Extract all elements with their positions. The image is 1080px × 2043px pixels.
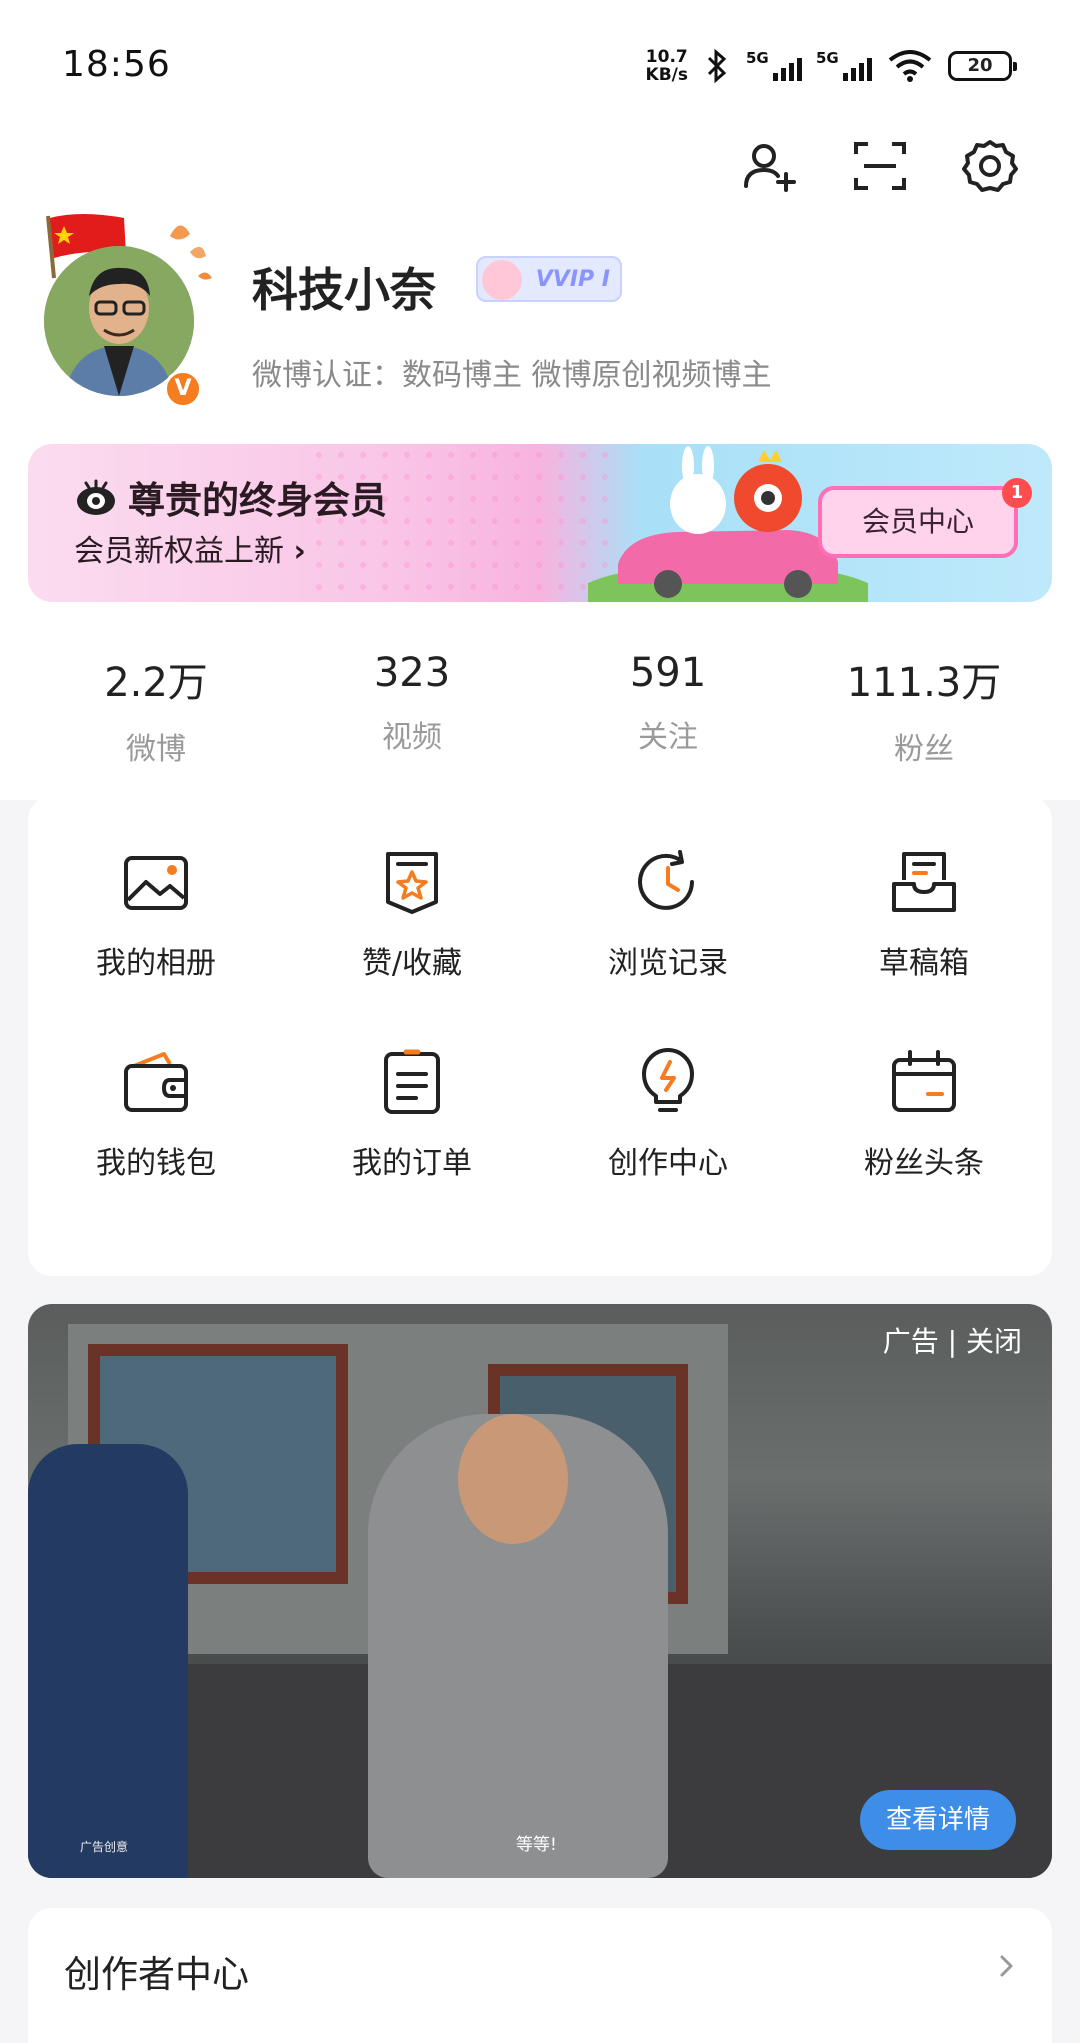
battery-icon: 20	[948, 51, 1017, 81]
stat-video[interactable]: 323 视频	[284, 650, 540, 768]
username[interactable]: 科技小奈	[252, 254, 436, 320]
favorite-icon	[386, 852, 438, 914]
sim1-label: 5G	[746, 49, 769, 67]
grid-item-favorites[interactable]: 赞/收藏	[284, 846, 540, 982]
settings-icon[interactable]	[962, 138, 1018, 194]
member-center-button[interactable]: 会员中心	[818, 486, 1018, 558]
stat-value: 591	[629, 650, 707, 696]
avatar[interactable]: V	[40, 210, 220, 420]
network-speed: 10.7 KB/s	[646, 48, 688, 84]
chevron-right-icon: ›	[293, 534, 306, 569]
banner-subtitle[interactable]: 会员新权益上新 ›	[74, 526, 306, 570]
bluetooth-icon	[707, 48, 727, 84]
banner-title-text: 尊贵的终身会员	[128, 479, 387, 522]
grid-item-label: 我的钱包	[96, 1146, 216, 1181]
grid-item-history[interactable]: 浏览记录	[540, 846, 796, 982]
grid-item-label: 粉丝头条	[864, 1146, 984, 1181]
signal-icon-2: 5G	[816, 49, 872, 83]
weibo-eye-icon	[77, 479, 115, 515]
stat-followers[interactable]: 111.3万 粉丝	[796, 650, 1052, 768]
ad-close-tag[interactable]: 广告 | 关闭	[883, 1320, 1022, 1360]
grid-item-album[interactable]: 我的相册	[28, 846, 284, 982]
calendar-icon	[892, 1050, 956, 1112]
drafts-icon	[892, 852, 956, 912]
stat-value: 2.2万	[104, 660, 208, 706]
signal-icon: 5G	[746, 49, 802, 83]
verification-text: 微博认证：数码博主 微博原创视频博主	[252, 358, 772, 393]
speed-value: 10.7	[645, 47, 688, 67]
grid-item-label: 我的相册	[96, 946, 216, 981]
profile-stats: 2.2万 微博 323 视频 591 关注 111.3万 粉丝	[28, 650, 1052, 768]
wallet-icon	[124, 1052, 188, 1112]
history-icon	[638, 850, 694, 910]
grid-item-creation[interactable]: 创作中心	[540, 1046, 796, 1182]
orders-icon	[384, 1049, 440, 1114]
verified-badge: V	[164, 370, 202, 408]
grid-item-label: 赞/收藏	[361, 946, 463, 981]
header-actions	[742, 138, 1018, 194]
bulb-icon	[642, 1048, 694, 1112]
grid-item-label: 创作中心	[608, 1146, 728, 1181]
speed-unit: KB/s	[645, 65, 688, 85]
vip-mascot-icon	[482, 260, 522, 300]
member-banner[interactable]: 尊贵的终身会员 会员新权益上新 › 会员中心 1	[28, 444, 1052, 602]
stat-label: 视频	[382, 720, 442, 755]
grid-item-drafts[interactable]: 草稿箱	[796, 846, 1052, 982]
feature-grid-card: 我的相册 赞/收藏 浏览记录 草稿箱 我的钱包 我的订单 创作中心 粉丝头条	[28, 796, 1052, 1276]
banner-subtitle-text: 会员新权益上新	[74, 534, 284, 569]
notification-badge: 1	[1002, 478, 1032, 508]
ad-image-person	[28, 1444, 188, 1878]
stat-following[interactable]: 591 关注	[540, 650, 796, 768]
view-details-button[interactable]: 查看详情	[860, 1790, 1016, 1850]
banner-title: 尊贵的终身会员	[74, 470, 387, 524]
ad-image-person-head	[458, 1414, 568, 1544]
status-time: 18:56	[62, 44, 171, 85]
stat-weibo[interactable]: 2.2万 微博	[28, 650, 284, 768]
add-friend-icon[interactable]	[742, 138, 798, 194]
stat-label: 粉丝	[894, 732, 954, 767]
chevron-right-icon	[1000, 1955, 1013, 1977]
stat-label: 微博	[126, 732, 186, 767]
ad-banner[interactable]: 广告 | 关闭 等等! 广告创意 查看详情	[28, 1304, 1052, 1878]
vvip-badge[interactable]: VVIP I	[476, 256, 622, 302]
grid-item-fan-headlines[interactable]: 粉丝头条	[796, 1046, 1052, 1182]
status-bar: 18:56 10.7 KB/s 5G 5G 20	[0, 0, 1080, 130]
status-icons: 10.7 KB/s 5G 5G 20	[646, 46, 1017, 86]
stat-label: 关注	[638, 720, 698, 755]
sim2-label: 5G	[816, 49, 839, 67]
feature-grid: 我的相册 赞/收藏 浏览记录 草稿箱 我的钱包 我的订单 创作中心 粉丝头条	[28, 846, 1052, 1182]
ad-caption: 等等!	[516, 1835, 557, 1855]
scan-icon[interactable]	[852, 138, 908, 194]
grid-item-orders[interactable]: 我的订单	[284, 1046, 540, 1182]
creator-center-row[interactable]: 创作者中心	[28, 1908, 1052, 2043]
stat-value: 111.3万	[846, 660, 1002, 706]
wifi-icon	[888, 50, 932, 82]
grid-item-label: 我的订单	[352, 1146, 472, 1181]
grid-item-label: 浏览记录	[608, 946, 728, 981]
ad-label: 广告创意	[80, 1840, 129, 1854]
stat-value: 323	[373, 650, 451, 696]
creator-center-title: 创作者中心	[64, 1953, 249, 1996]
vvip-label: VVIP I	[535, 266, 610, 292]
grid-item-label: 草稿箱	[879, 946, 969, 981]
photo-album-icon	[124, 856, 188, 910]
grid-item-wallet[interactable]: 我的钱包	[28, 1046, 284, 1182]
